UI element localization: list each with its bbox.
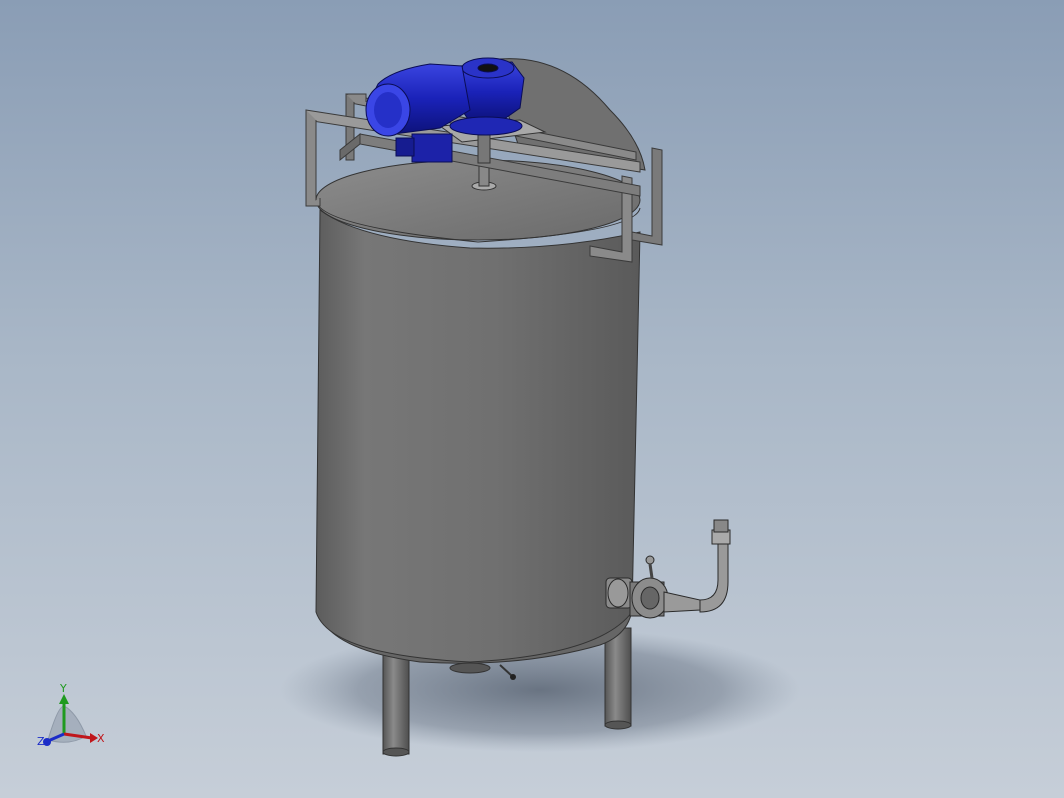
3d-model-view[interactable]: Y X Z: [0, 0, 1064, 798]
tank-lid: [315, 159, 641, 241]
tank-body: [315, 209, 641, 663]
tank-leg-left: [382, 651, 410, 755]
triad-z-label: Z: [37, 735, 45, 748]
triad-x-label: X: [97, 732, 105, 745]
graphics-viewport[interactable]: Y X Z: [0, 0, 1064, 798]
tank-leg-right: [604, 627, 632, 727]
coordinate-triad[interactable]: Y X Z: [37, 682, 105, 748]
triad-y-label: Y: [59, 682, 67, 695]
bottom-drain: [449, 662, 491, 674]
